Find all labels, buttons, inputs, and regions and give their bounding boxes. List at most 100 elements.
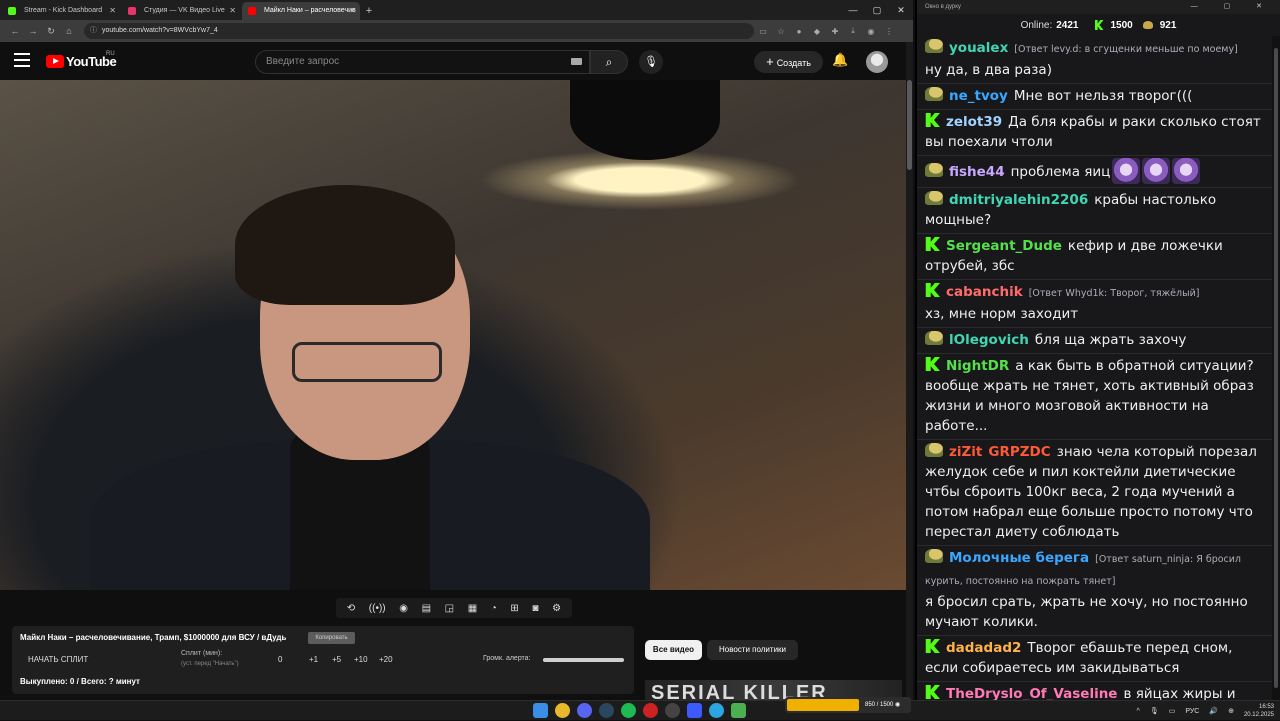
chat-username[interactable]: dmitriyalehin2206	[949, 192, 1088, 208]
media-player-icon[interactable]	[687, 703, 702, 718]
loop-icon[interactable]: ⟲	[347, 603, 355, 614]
split-add-20-button[interactable]: +20	[379, 655, 393, 664]
telegram-icon[interactable]	[709, 703, 724, 718]
close-tab-icon[interactable]: ✕	[229, 2, 236, 20]
copy-button[interactable]: Копировать	[308, 632, 355, 644]
tab-vk-studio[interactable]: Студия — VK Видео Live ✕	[122, 2, 240, 20]
plus-icon: +	[766, 54, 774, 69]
chat-titlebar: Окно в дурку — ▢ ✕	[917, 0, 1280, 14]
chat-message: cabanchik [Ответ Whyd1k: Творог, тяжёлый]…	[917, 280, 1272, 328]
kebab-menu-icon[interactable]: ⋮	[880, 27, 898, 36]
chat-username[interactable]: zelot39	[946, 114, 1002, 130]
url-field[interactable]: youtube.com/watch?v=8WVcbYw7_4	[84, 23, 754, 39]
tab-label: Студия — VK Видео Live	[144, 7, 225, 14]
watch-icon[interactable]: ◉	[399, 603, 408, 614]
puzzle-icon[interactable]: ✚	[826, 27, 844, 36]
discord-icon[interactable]	[577, 703, 592, 718]
start-split-button[interactable]: НАЧАТЬ СПЛИТ	[28, 655, 88, 664]
avatar[interactable]	[866, 51, 888, 73]
keyboard-icon[interactable]: ▭	[1169, 707, 1176, 715]
bookmark-star-icon[interactable]: ☆	[772, 27, 790, 36]
scrollbar-thumb[interactable]	[907, 80, 912, 170]
download-icon[interactable]: ⤓	[844, 26, 862, 36]
frog-badge-icon	[925, 331, 943, 345]
chat-scrollbar[interactable]	[1272, 36, 1280, 700]
split-add-5-button[interactable]: +5	[332, 655, 341, 664]
chat-username[interactable]: ziZit	[949, 444, 982, 460]
voice-search-button[interactable]: 🎙	[639, 50, 663, 74]
chat-username[interactable]: Sergeant_Dude	[946, 238, 1062, 254]
chevron-up-icon[interactable]: ^	[1137, 708, 1140, 715]
extension-icon[interactable]: ●	[790, 27, 808, 36]
chat-username[interactable]: ne_tvoy	[949, 88, 1008, 104]
app-icon[interactable]	[643, 703, 658, 718]
start-icon[interactable]	[533, 703, 548, 718]
clock[interactable]: 16:53 20.12.2025	[1244, 703, 1274, 719]
video-player[interactable]	[0, 80, 906, 590]
search-button[interactable]: ⌕	[590, 50, 628, 74]
hamburger-menu-icon[interactable]	[14, 53, 30, 69]
chat-stats: Online: 2421 1500 921	[917, 14, 1280, 36]
chat-username[interactable]: cabanchik	[946, 284, 1023, 300]
page-scrollbar[interactable]	[906, 42, 913, 700]
cast-icon[interactable]: ▭	[754, 27, 772, 36]
settings-gear-icon[interactable]: ⚙	[552, 603, 561, 614]
split-add-1-button[interactable]: +1	[309, 655, 318, 664]
reload-icon[interactable]: ↻	[42, 26, 60, 37]
split-add-10-button[interactable]: +10	[354, 655, 368, 664]
screenshot-icon[interactable]: ◙	[532, 603, 538, 614]
add-overlay-icon[interactable]: ⊞	[510, 603, 518, 614]
app-icon[interactable]	[731, 703, 746, 718]
new-tab-button[interactable]: +	[360, 2, 378, 20]
kick-badge-icon	[925, 357, 940, 371]
speed-icon[interactable]: ◔	[491, 603, 497, 614]
chat-username[interactable]: NightDR	[946, 358, 1009, 374]
chat-username[interactable]: lOlegovich	[949, 332, 1029, 348]
chat-username[interactable]: fishe44	[949, 164, 1005, 180]
forward-icon[interactable]: →	[24, 26, 42, 36]
scrollbar-thumb[interactable]	[1274, 48, 1278, 688]
close-tab-icon[interactable]: ✕	[349, 2, 356, 20]
create-button[interactable]: + Создать	[754, 51, 823, 73]
steam-icon[interactable]	[599, 703, 614, 718]
volume-icon[interactable]: 🔊	[1209, 707, 1218, 715]
maximize-icon[interactable]: ▢	[865, 0, 889, 20]
microphone-icon[interactable]: 🎙	[1150, 707, 1159, 715]
profile-icon[interactable]: ◉	[862, 27, 880, 36]
picture-in-picture-icon[interactable]: ◲	[445, 603, 454, 614]
alert-volume-slider[interactable]	[543, 658, 624, 662]
tab-youtube-video[interactable]: Майкл Наки – расчеловечив ✕	[242, 2, 360, 20]
clip-icon[interactable]: ▤	[422, 603, 431, 614]
close-window-icon[interactable]: ✕	[889, 0, 913, 20]
chat-username[interactable]: TheDryslo_Of_Vaseline	[946, 686, 1117, 700]
split-value-0[interactable]: 0	[278, 655, 282, 664]
keyboard-icon[interactable]	[571, 58, 582, 65]
home-icon[interactable]: ⌂	[60, 26, 78, 36]
minimize-icon[interactable]: —	[841, 0, 865, 20]
frog-badge-icon	[925, 87, 943, 101]
language-indicator[interactable]: РУС	[1185, 708, 1199, 715]
chip-politics-news[interactable]: Новости политики	[707, 640, 798, 660]
donation-goal-widget[interactable]: 850 / 1500 ◉	[785, 697, 911, 713]
chip-all-videos[interactable]: Все видео	[645, 640, 702, 660]
theater-icon[interactable]: ▦	[468, 603, 477, 614]
chat-window: Окно в дурку — ▢ ✕ Online: 2421 1500 921…	[915, 0, 1280, 700]
network-icon[interactable]: ⊕	[1228, 707, 1234, 715]
youtube-header: YouTube RU Введите запрос ⌕ 🎙 + Создать 🔔	[0, 42, 913, 80]
chrome-icon[interactable]	[555, 703, 570, 718]
close-tab-icon[interactable]: ✕	[109, 2, 116, 20]
spotify-icon[interactable]	[621, 703, 636, 718]
back-icon[interactable]: ←	[6, 26, 24, 36]
chat-username[interactable]: youalex	[949, 40, 1008, 56]
extension-icon[interactable]: ◆	[808, 27, 826, 36]
tab-kick-dashboard[interactable]: Stream - Kick Dashboard ✕	[2, 2, 120, 20]
notifications-bell-icon[interactable]: 🔔	[832, 52, 848, 68]
obs-icon[interactable]	[665, 703, 680, 718]
chat-username[interactable]: dadadad2	[946, 640, 1021, 656]
search-input[interactable]: Введите запрос	[255, 50, 590, 74]
chat-reply-context[interactable]: [Ответ Whyd1k: Творог, тяжёлый]	[1029, 288, 1200, 299]
broadcast-icon[interactable]: ((•))	[369, 603, 386, 614]
chat-reply-context[interactable]: [Ответ levy.d: в сгущенки меньше по моем…	[1014, 44, 1238, 55]
chat-username[interactable]: Молочные берега	[949, 550, 1089, 566]
chat-window-controls[interactable]: — ▢ ✕	[1191, 0, 1274, 14]
